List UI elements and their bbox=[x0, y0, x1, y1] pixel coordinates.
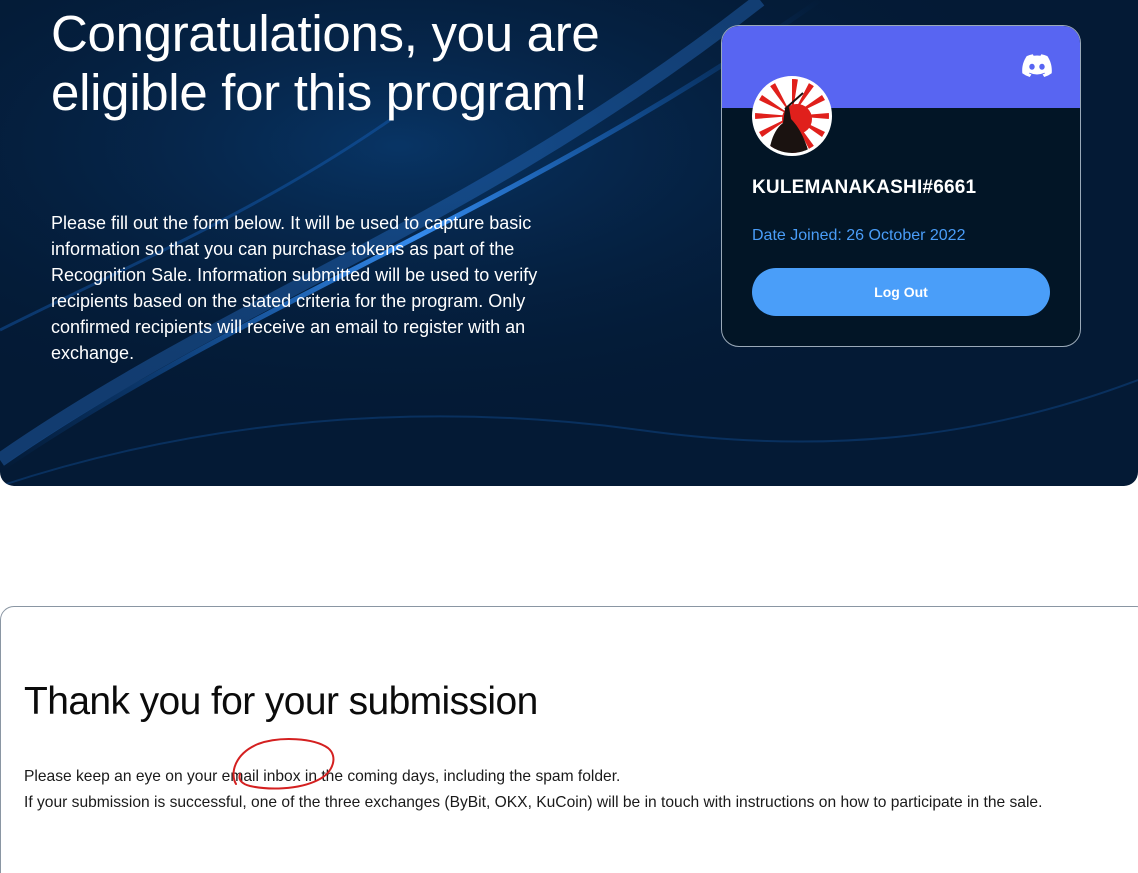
profile-date-joined: Date Joined: 26 October 2022 bbox=[752, 227, 966, 244]
submission-panel bbox=[0, 606, 1138, 873]
hero-description: Please fill out the form below. It will … bbox=[51, 213, 538, 363]
avatar-image bbox=[755, 79, 829, 153]
red-circle-annotation bbox=[232, 738, 335, 790]
profile-card: KULEMANAKASHI#6661 Date Joined: 26 Octob… bbox=[721, 25, 1081, 347]
logout-button[interactable]: Log Out bbox=[752, 268, 1050, 316]
submission-message: Please keep an eye on your email inbox i… bbox=[24, 764, 1109, 816]
profile-username: KULEMANAKASHI#6661 bbox=[752, 177, 977, 198]
submission-title: Thank you for your submission bbox=[24, 680, 538, 723]
submission-line-1: Please keep an eye on your email inbox i… bbox=[24, 768, 621, 785]
submission-line-2: If your submission is successful, one of… bbox=[24, 794, 1043, 811]
hero-title: Congratulations, you are eligible for th… bbox=[51, 5, 600, 121]
avatar bbox=[752, 76, 832, 156]
discord-icon bbox=[1022, 54, 1052, 77]
hero-section: Congratulations, you are eligible for th… bbox=[0, 0, 1138, 486]
